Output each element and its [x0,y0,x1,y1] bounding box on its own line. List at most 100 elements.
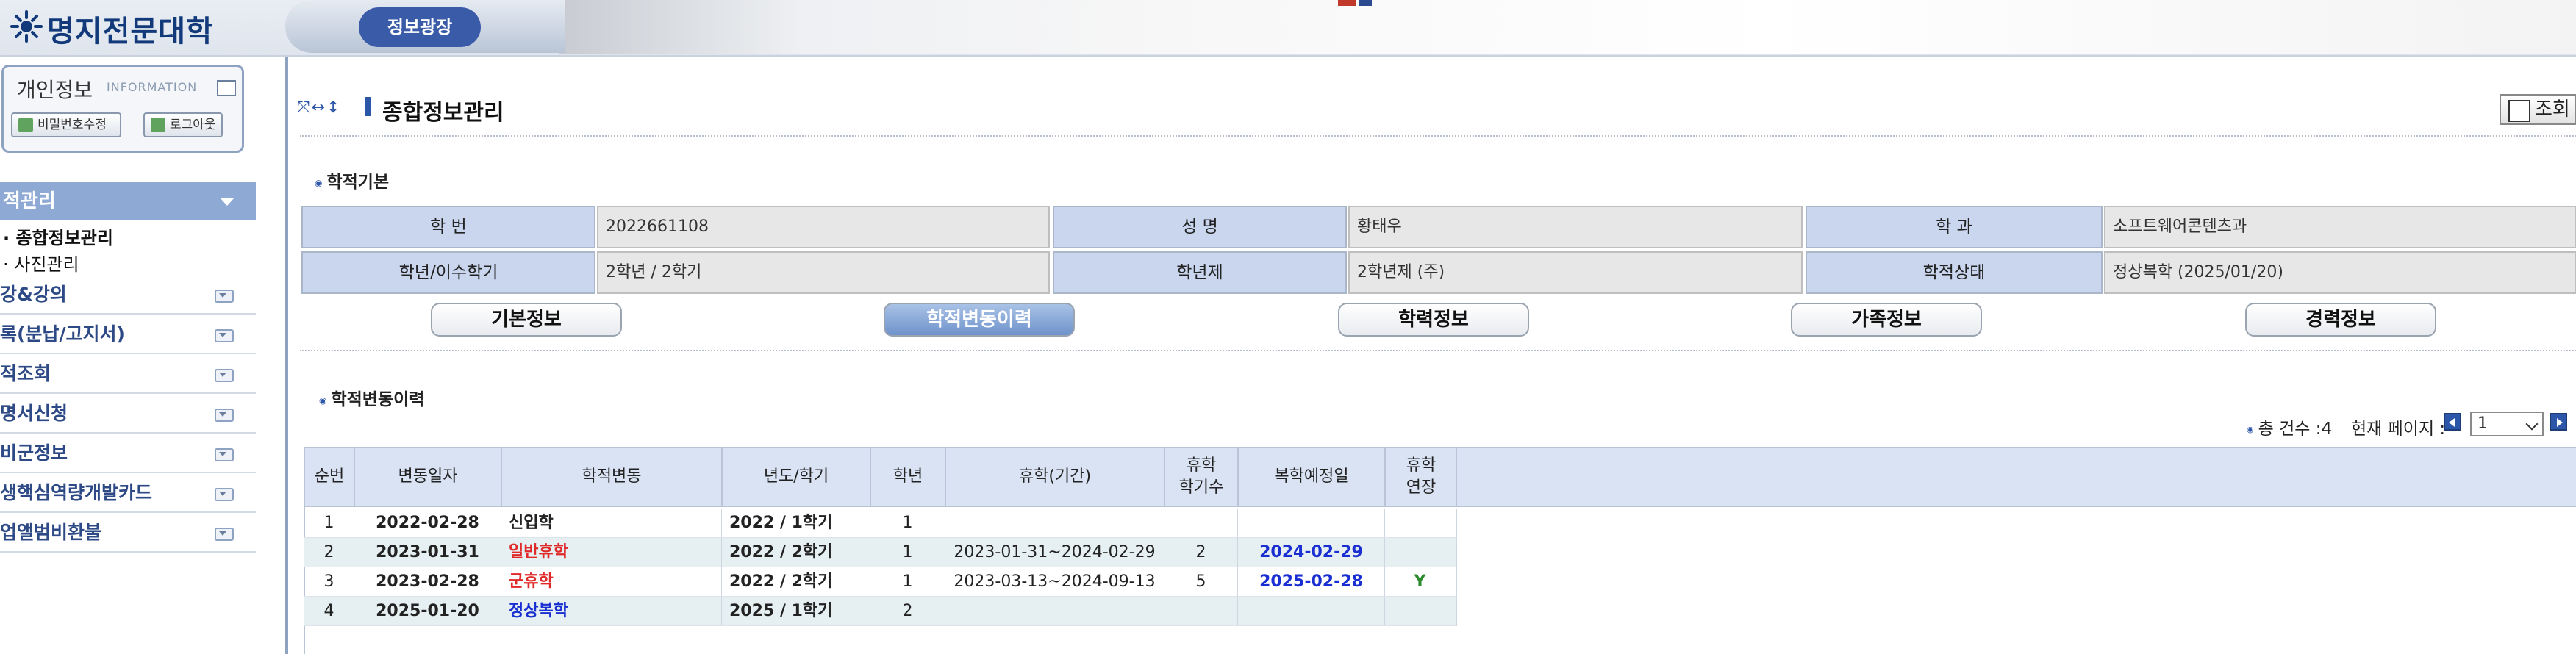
cell-change-date: 2023-02-28 [354,567,501,597]
logout-icon [151,118,165,132]
cell-leave-period: 2023-01-31~2024-02-29 [945,538,1164,567]
cell-grade: 1 [870,509,945,538]
label-grade-semester: 학년/이수학기 [301,251,595,294]
search-button[interactable]: 조회 [2500,94,2576,125]
section-title-basic: 학적기본 [315,168,389,193]
col-header-leave-period: 휴학(기간) [945,447,1164,507]
cell-year-semester: 2022 / 1학기 [722,509,870,538]
divider [300,135,2576,137]
chevron-down-icon [221,198,234,206]
cell-change-type: 일반휴학 [501,538,722,567]
menu-item[interactable]: 적조회 [0,354,256,394]
cell-leave-period: 2023-03-13~2024-09-13 [945,567,1164,597]
expand-icon [215,448,234,461]
total-count: 총 건수 :4 [2247,414,2333,439]
menu-label: 록(분납/고지서) [0,323,125,345]
cell-no: 3 [304,567,354,597]
logout-label: 로그아웃 [170,118,216,132]
info-subtitle: INFORMATION [107,80,198,94]
prev-page-icon[interactable] [2444,413,2461,431]
change-password-label: 비밀번호수정 [37,118,107,132]
window-icon[interactable] [217,80,236,96]
col-header-change-date: 변동일자 [354,447,501,507]
cell-return-date [1238,597,1385,626]
menu-item[interactable]: 비군정보 [0,434,256,473]
cell-return-date [1238,509,1385,538]
cell-leave-extension [1384,538,1457,567]
info-title: 개인정보 [17,78,93,102]
cell-change-date: 2025-01-20 [354,597,501,626]
cell-no: 4 [304,597,354,626]
nav-info-plaza-button[interactable]: 정보광장 [359,7,481,47]
expand-icon [215,528,234,541]
col-header-leave-semesters: 휴학 학기수 [1164,447,1238,507]
cell-change-type: 군휴학 [501,567,722,597]
change-password-button[interactable]: 비밀번호수정 [11,112,121,137]
next-page-icon[interactable] [2550,413,2567,431]
label-name: 성 명 [1053,206,1347,248]
value-year-system: 2학년제 (주) [1348,251,1803,294]
banner-decoration [1359,0,1372,6]
divider [300,350,2576,351]
logout-button[interactable]: 로그아웃 [143,112,223,137]
cell-no: 1 [304,509,354,538]
key-icon [18,118,33,132]
cell-change-type: 정상복학 [501,597,722,626]
value-grade-semester: 2학년 / 2학기 [597,251,1050,294]
menu-label: 업앨범비환불 [0,522,102,543]
cell-year-semester: 2025 / 1학기 [722,597,870,626]
cell-leave-semesters [1164,509,1238,538]
tab-career-info[interactable]: 경력정보 [2245,303,2436,337]
title-marker [365,97,371,116]
cell-return-date: 2025-02-28 [1238,567,1385,597]
tab-family-info[interactable]: 가족정보 [1791,303,1982,337]
submenu-integrated-info[interactable]: · 종합정보관리 [3,223,113,249]
label-year-system: 학년제 [1053,251,1347,294]
table-header-filler [1457,447,2576,507]
menu-item[interactable]: 강&강의 [0,275,256,315]
menu-item[interactable]: 명서신청 [0,394,256,434]
cell-leave-extension [1384,597,1457,626]
value-name: 황태우 [1348,206,1803,248]
cell-year-semester: 2022 / 2학기 [722,567,870,597]
current-page-label: 현재 페이지 : [2351,420,2446,439]
col-header-return-date: 복학예정일 [1238,447,1385,507]
col-header-year-semester: 년도/학기 [722,447,870,507]
value-student-id: 2022661108 [597,206,1050,248]
cell-change-date: 2023-01-31 [354,538,501,567]
menu-item[interactable]: 업앨범비환불 [0,513,256,553]
label-enrollment-status: 학적상태 [1806,251,2103,294]
col-header-grade: 학년 [870,447,945,507]
expand-icon [215,329,234,342]
menu-label: 적관리 [3,190,56,212]
col-header-leave-extension: 휴학 연장 [1385,447,1457,507]
personal-info-box: 개인정보 INFORMATION 비밀번호수정 로그아웃 [1,65,244,153]
cell-leave-extension [1384,509,1457,538]
menu-label: 생핵심역량개발카드 [0,482,153,503]
cell-leave-period [945,509,1164,538]
page-select[interactable]: 1 [2470,412,2544,436]
cell-leave-period [945,597,1164,626]
col-header-no: 순번 [304,447,354,507]
tab-basic-info[interactable]: 기본정보 [431,303,622,337]
menu-item[interactable]: 생핵심역량개발카드 [0,473,256,513]
cell-grade: 2 [870,597,945,626]
label-student-id: 학 번 [301,206,595,248]
label-department: 학 과 [1806,206,2103,248]
tab-education-info[interactable]: 학력정보 [1338,303,1529,337]
menu-label: 적조회 [0,363,51,384]
menu-item[interactable]: 록(분납/고지서) [0,315,256,354]
expand-icon [215,409,234,422]
menu-label: 비군정보 [0,442,68,464]
submenu-photo[interactable]: · 사진관리 [3,250,79,276]
resize-icons[interactable]: ⤧↔↕ [297,98,341,117]
logo-text[interactable]: 명지전문대학 [47,7,214,50]
section-title-history: 학적변동이력 [319,385,424,410]
tab-enrollment-history[interactable]: 학적변동이력 [884,303,1075,337]
menu-academic-records[interactable]: 적관리 [0,182,256,220]
page-title: 종합정보관리 [382,100,504,126]
cell-leave-semesters: 5 [1164,567,1238,597]
cell-year-semester: 2022 / 2학기 [722,538,870,567]
menu-label: 명서신청 [0,403,68,424]
logo-emblem-icon[interactable] [10,10,43,43]
